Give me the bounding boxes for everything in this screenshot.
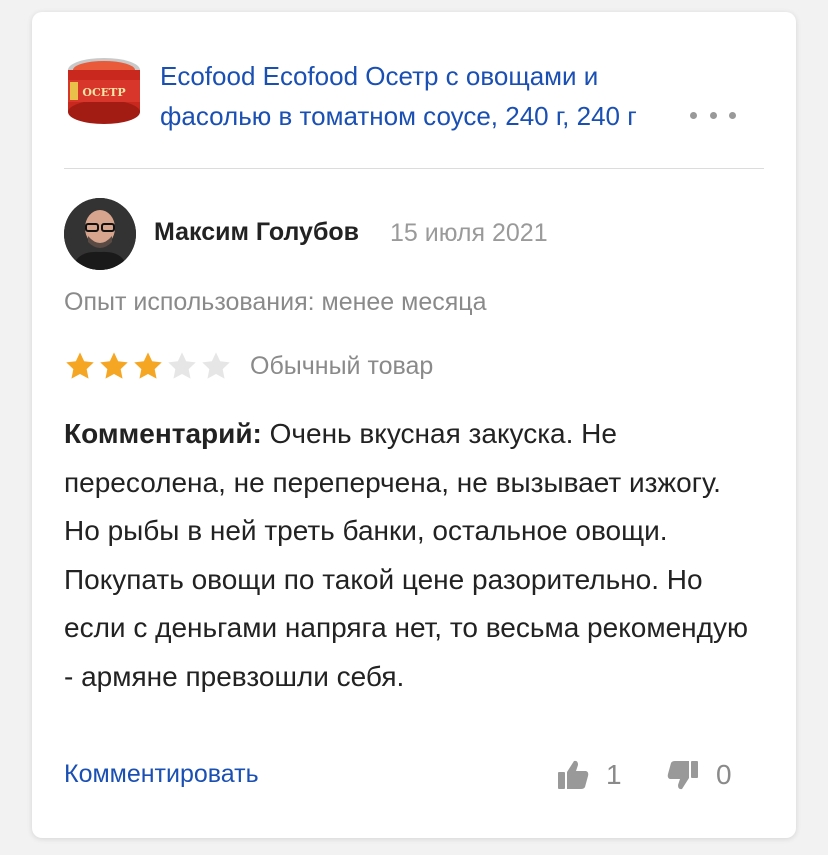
usage-experience: Опыт использования: менее месяца [64, 288, 487, 316]
thumbs-down-icon [667, 761, 698, 790]
product-image[interactable]: ОСЕТР [64, 50, 144, 130]
thumbs-up-icon [558, 760, 589, 789]
star-filled-icon [66, 352, 94, 379]
star-filled-icon [134, 352, 162, 379]
star-filled-icon [100, 352, 128, 379]
dislike-count: 0 [716, 759, 732, 790]
divider [64, 168, 764, 169]
review-comment: Комментарий: Очень вкусная закуска. Не п… [64, 410, 764, 701]
dislike-button[interactable]: 0 [666, 758, 732, 792]
more-dot-icon [709, 111, 717, 119]
like-button[interactable]: 1 [556, 758, 622, 792]
review-date: 15 июля 2021 [390, 219, 548, 247]
like-count: 1 [606, 759, 622, 790]
comment-reply-link[interactable]: Комментировать [64, 760, 259, 789]
avatar[interactable] [64, 198, 136, 270]
product-image-label: ОСЕТР [82, 86, 125, 99]
author-name[interactable]: Максим Голубов [154, 218, 359, 247]
review-card: ОСЕТР Ecofood Ecofood Осетр с овощами и … [32, 12, 796, 838]
star-empty-icon [168, 352, 196, 379]
comment-label: Комментарий: [64, 418, 262, 449]
more-dot-icon [690, 111, 697, 119]
product-title-link[interactable]: Ecofood Ecofood Осетр с овощами и фасоль… [160, 56, 680, 136]
rating-stars [64, 350, 232, 382]
product-header: ОСЕТР Ecofood Ecofood Осетр с овощами и … [64, 44, 764, 154]
rating-label: Обычный товар [250, 351, 434, 380]
star-empty-icon [202, 352, 230, 379]
comment-text: Очень вкусная закуска. Не пересолена, не… [64, 418, 748, 692]
more-dot-icon [729, 111, 736, 119]
more-options-button[interactable] [690, 104, 736, 126]
rating: Обычный товар [64, 350, 433, 382]
